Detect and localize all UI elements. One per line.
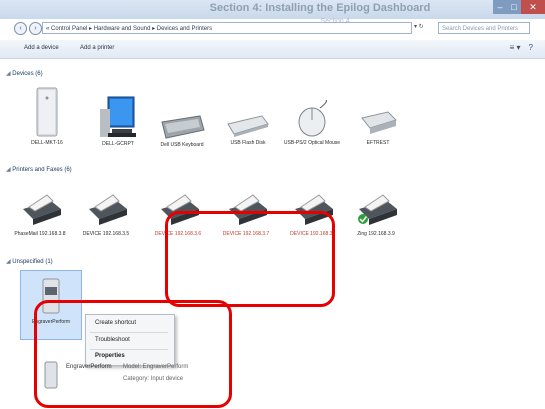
minimize-icon[interactable]: – bbox=[493, 0, 507, 14]
back-arrow-icon[interactable]: ‹ bbox=[14, 22, 27, 35]
refresh-icon[interactable]: ▾ ↻ bbox=[414, 23, 424, 30]
slide-title-overlay: Section 4: Installing the Epilog Dashboa… bbox=[209, 2, 431, 14]
device-label: USB-PS/2 Optical Mouse bbox=[283, 140, 341, 146]
printer-icon bbox=[89, 194, 127, 225]
device-computer-1[interactable]: DELL-MKT-16 bbox=[17, 86, 77, 146]
usb-drive-icon bbox=[227, 115, 269, 137]
section-devices[interactable]: ◢ Devices (6) bbox=[6, 70, 43, 77]
tower-computer-icon bbox=[36, 87, 58, 137]
collapse-toggle-icon: ◢ bbox=[6, 259, 11, 265]
collapse-toggle-icon: ◢ bbox=[6, 71, 11, 77]
highlight-box-printers bbox=[165, 211, 335, 307]
highlight-box-context-menu bbox=[34, 300, 232, 408]
section-label: Devices (6) bbox=[12, 71, 43, 77]
printer-6-default[interactable]: Zing 192.168.3.9 bbox=[346, 185, 406, 237]
close-icon[interactable]: ✕ bbox=[521, 0, 545, 14]
printer-label: PhaseMail 192.168.3.8 bbox=[14, 231, 66, 237]
section-label: Unspecified (1) bbox=[12, 259, 53, 265]
device-label: USB Flash Disk bbox=[230, 140, 266, 146]
address-bar[interactable]: « Control Panel ▸ Hardware and Sound ▸ D… bbox=[42, 22, 412, 34]
default-check-icon bbox=[358, 214, 368, 224]
device-mouse[interactable]: USB-PS/2 Optical Mouse bbox=[282, 100, 342, 146]
device-drive[interactable]: EFTREST bbox=[348, 108, 408, 146]
section-printers[interactable]: ◢ Printers and Faxes (6) bbox=[6, 166, 72, 173]
add-printer-button[interactable]: Add a printer bbox=[80, 45, 114, 51]
help-icon[interactable]: ? bbox=[529, 43, 533, 52]
desktop-computer-icon bbox=[100, 96, 136, 137]
keyboard-icon bbox=[161, 115, 205, 139]
device-keyboard[interactable]: Dell USB Keyboard bbox=[152, 112, 212, 148]
view-options-icon[interactable]: ≡ ▾ bbox=[510, 43, 521, 52]
device-flash-disk[interactable]: USB Flash Disk bbox=[218, 112, 278, 146]
maximize-icon[interactable]: □ bbox=[507, 0, 521, 14]
device-label: Dell USB Keyboard bbox=[160, 142, 204, 148]
external-drive-icon bbox=[361, 111, 397, 134]
device-label: EFTREST bbox=[366, 140, 390, 146]
search-input[interactable]: Search Devices and Printers bbox=[438, 22, 530, 34]
section-unspecified[interactable]: ◢ Unspecified (1) bbox=[6, 258, 53, 265]
mouse-icon bbox=[298, 100, 327, 137]
device-label: DELL-MKT-16 bbox=[31, 140, 63, 146]
device-computer-2[interactable]: DELL-GCRPT bbox=[88, 95, 148, 147]
printer-label: Zing 192.168.3.9 bbox=[357, 231, 395, 237]
window-controls: – □ ✕ bbox=[493, 0, 545, 14]
section-label: Printers and Faxes (6) bbox=[12, 167, 72, 173]
printer-icon bbox=[358, 194, 397, 225]
collapse-toggle-icon: ◢ bbox=[6, 167, 11, 173]
nav-buttons: ‹ › bbox=[14, 22, 42, 35]
command-bar: Add a device Add a printer ≡ ▾ ? bbox=[0, 40, 545, 59]
printer-1[interactable]: PhaseMail 192.168.3.8 bbox=[10, 193, 70, 237]
printer-label: DEVICE 192.168.3.5 bbox=[82, 231, 130, 237]
printer-2[interactable]: DEVICE 192.168.3.5 bbox=[76, 193, 136, 237]
forward-arrow-icon[interactable]: › bbox=[29, 22, 42, 35]
add-device-button[interactable]: Add a device bbox=[24, 45, 59, 51]
device-label: DELL-GCRPT bbox=[102, 141, 134, 147]
printer-icon bbox=[23, 194, 61, 225]
